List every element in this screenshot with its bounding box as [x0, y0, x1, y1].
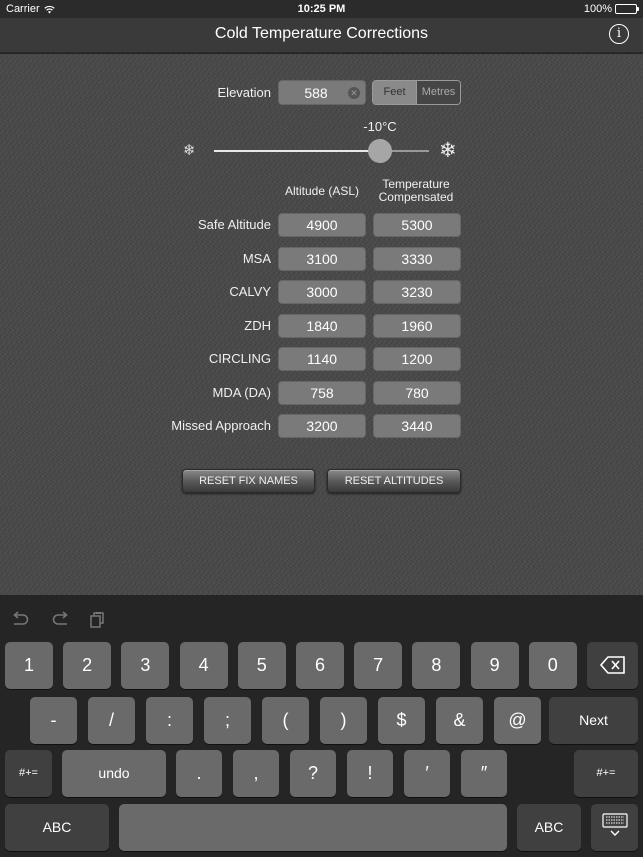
- temperature-slider[interactable]: [214, 139, 429, 163]
- temperature-value: -10°C: [363, 119, 397, 134]
- elevation-value: 588: [304, 85, 328, 101]
- key-symbol[interactable]: -: [30, 697, 77, 744]
- key-8[interactable]: 8: [412, 642, 461, 689]
- key-7[interactable]: 7: [354, 642, 403, 689]
- key-symbol[interactable]: ;: [204, 697, 251, 744]
- key-symbol[interactable]: &: [436, 697, 483, 744]
- reset-altitudes-button[interactable]: RESET ALTITUDES: [327, 469, 461, 493]
- compensated-altitude-value: 1960: [373, 313, 461, 338]
- redo-icon[interactable]: [50, 611, 70, 632]
- snowflake-large-icon: ❄: [439, 139, 457, 162]
- symbols-toggle-key[interactable]: #+=: [574, 750, 638, 797]
- altitude-input[interactable]: 758: [278, 380, 366, 405]
- reset-fix-names-button[interactable]: RESET FIX NAMES: [182, 469, 315, 493]
- keyboard: 1 2 3 4 5 6 7 8 9 0- /:;() $ & @ Next #+= undo.,?! ′ ″ #+= A…: [0, 595, 643, 857]
- key-2[interactable]: 2: [63, 642, 112, 689]
- row-label: CIRCLING: [208, 351, 271, 366]
- key-4[interactable]: 4: [179, 642, 228, 689]
- compensated-altitude-value: 780: [373, 380, 461, 405]
- keyboard-dismiss-icon: [601, 813, 628, 836]
- row-label: MSA: [242, 250, 271, 266]
- unit-segmented-control: Feet Metres: [372, 80, 461, 105]
- row-label: MDA (DA): [212, 384, 272, 400]
- abc-key[interactable]: ABC: [517, 804, 581, 851]
- undo-icon[interactable]: [11, 611, 31, 632]
- symbols-toggle-key[interactable]: #+=: [5, 750, 52, 797]
- abc-key[interactable]: ABC: [5, 804, 109, 851]
- altitude-input[interactable]: 3000: [278, 280, 366, 304]
- key-3[interactable]: 3: [121, 642, 170, 689]
- row-label: CALVY: [229, 284, 271, 299]
- slider-fill: [214, 150, 380, 152]
- key-9[interactable]: 9: [470, 642, 519, 689]
- key-punctuation[interactable]: ′: [404, 750, 450, 797]
- battery-status: 100%: [583, 3, 639, 15]
- compensated-altitude-value: 1200: [373, 347, 461, 371]
- main-panel: Elevation 588 ✕ Feet Metres -10°C ❄ ❄ Al…: [0, 54, 643, 595]
- key-symbol[interactable]: /: [88, 697, 135, 744]
- key-1[interactable]: 1: [5, 642, 53, 689]
- compensated-altitude-value: 5300: [373, 213, 461, 237]
- status-bar: Carrier 10:25 PM 100%: [0, 0, 643, 18]
- space-key[interactable]: [119, 804, 507, 851]
- snowflake-small-icon: ❄: [183, 142, 196, 159]
- key-punctuation[interactable]: .: [176, 750, 222, 797]
- key-punctuation[interactable]: ″: [461, 750, 507, 797]
- column-header-altitude: Altitude (ASL): [284, 184, 360, 198]
- key-5[interactable]: 5: [237, 642, 286, 689]
- row-label: Missed Approach: [171, 418, 271, 433]
- compensated-altitude-value: 3330: [373, 246, 461, 271]
- next-key[interactable]: Next: [549, 697, 638, 744]
- undo-key[interactable]: undo: [62, 750, 166, 797]
- backspace-icon: [599, 656, 625, 674]
- altitude-input[interactable]: 4900: [278, 213, 366, 237]
- column-header-compensated-text: Temperature Compensated: [378, 177, 454, 204]
- key-punctuation[interactable]: !: [347, 750, 393, 797]
- key-symbol[interactable]: :: [146, 697, 193, 744]
- key-punctuation[interactable]: ,: [233, 750, 279, 797]
- key-symbol[interactable]: $: [378, 697, 425, 744]
- compensated-altitude-value: 3230: [373, 280, 461, 304]
- navigation-bar: Cold Temperature Corrections i: [0, 18, 643, 53]
- compensated-altitude-value: 3440: [373, 414, 461, 438]
- key-0[interactable]: 0: [528, 642, 577, 689]
- unit-metres-segment[interactable]: Metres: [416, 81, 460, 104]
- page-title: Cold Temperature Corrections: [214, 25, 429, 42]
- info-icon[interactable]: i: [609, 24, 629, 44]
- altitude-input[interactable]: 3200: [278, 414, 366, 438]
- battery-icon: [615, 4, 639, 14]
- hide-keyboard-key[interactable]: [591, 804, 638, 851]
- slider-thumb[interactable]: [367, 139, 392, 163]
- paste-icon[interactable]: [89, 611, 107, 634]
- elevation-label: Elevation: [217, 85, 271, 100]
- clear-icon[interactable]: ✕: [348, 87, 360, 99]
- row-label: ZDH: [244, 317, 271, 333]
- unit-feet-segment[interactable]: Feet: [373, 81, 416, 104]
- row-label: Safe Altitude: [198, 217, 271, 232]
- column-header-compensated: Temperature Compensated: [366, 178, 466, 204]
- backspace-key[interactable]: [587, 642, 638, 689]
- key-punctuation[interactable]: ?: [290, 750, 336, 797]
- altitude-input[interactable]: 3100: [278, 246, 366, 271]
- altitude-input[interactable]: 1840: [278, 313, 366, 338]
- key-6[interactable]: 6: [296, 642, 344, 689]
- key-symbol[interactable]: (: [262, 697, 309, 744]
- elevation-input[interactable]: 588 ✕: [278, 80, 366, 105]
- battery-percent: 100%: [583, 3, 612, 15]
- status-time: 10:25 PM: [297, 3, 346, 15]
- key-symbol[interactable]: @: [494, 697, 541, 744]
- key-symbol[interactable]: ): [320, 697, 367, 744]
- altitude-input[interactable]: 1140: [278, 347, 366, 371]
